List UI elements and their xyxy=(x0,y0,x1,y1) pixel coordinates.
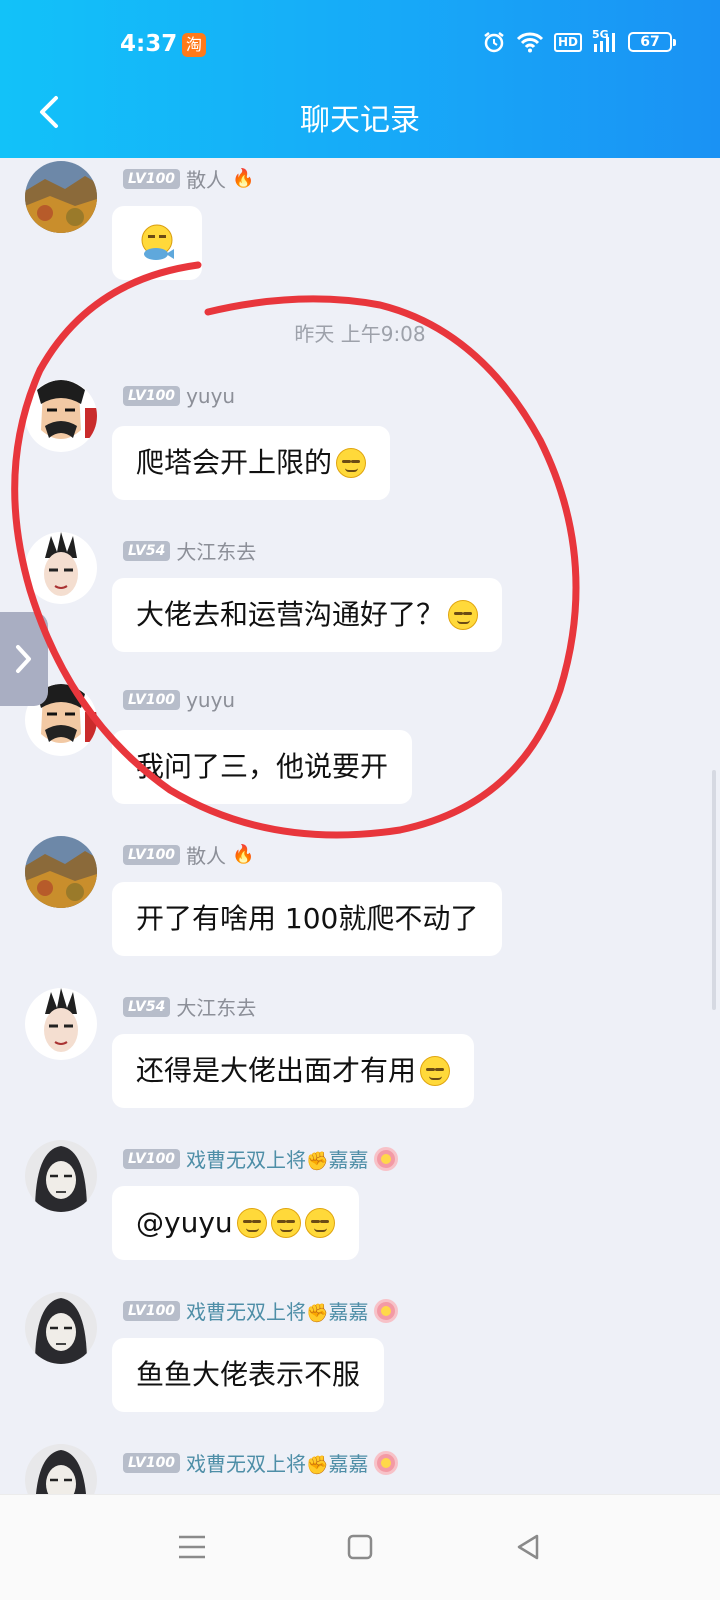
message-text: 爬塔会开上限的 xyxy=(136,446,333,479)
message-meta: LV100 戏曹无双上将✊嘉嘉 xyxy=(123,1448,399,1477)
level-badge: LV100 xyxy=(123,386,181,406)
fish-face-emoji-icon xyxy=(141,224,174,260)
flame-icon: 🔥 xyxy=(232,844,255,865)
menu-icon[interactable] xyxy=(170,1525,214,1569)
message-meta: LV100 戏曹无双上将✊嘉嘉 xyxy=(123,1144,399,1173)
message-bubble[interactable]: 鱼鱼大佬表示不服 xyxy=(112,1338,385,1412)
flower-icon xyxy=(374,1298,399,1323)
smirk-emoji-icon xyxy=(420,1056,451,1086)
back-triangle-icon[interactable] xyxy=(506,1525,550,1569)
taobao-notification-icon: 淘 xyxy=(182,33,206,57)
status-time: 4:37 xyxy=(120,31,178,57)
status-icons: HD 5G 67 xyxy=(482,29,676,54)
level-badge: LV54 xyxy=(123,540,171,561)
app-header: 4:37 淘 HD 5G 67 聊天记录 xyxy=(0,0,720,158)
timestamp: 昨天 上午9:08 xyxy=(294,322,426,346)
level-badge: LV100 xyxy=(123,168,181,189)
message-bubble[interactable]: 爬塔会开上限的 xyxy=(112,426,391,500)
sender-name[interactable]: 散人 xyxy=(186,164,226,193)
message-text: 鱼鱼大佬表示不服 xyxy=(136,1358,361,1391)
system-nav-bar xyxy=(0,1494,720,1600)
message-bubble[interactable] xyxy=(112,206,202,280)
chevron-right-icon xyxy=(16,645,31,673)
avatar[interactable] xyxy=(25,836,97,908)
sender-name[interactable]: 戏曹无双上将✊嘉嘉 xyxy=(186,1448,368,1477)
battery-indicator: 67 xyxy=(628,32,676,52)
sender-name[interactable]: 戏曹无双上将✊嘉嘉 xyxy=(186,1144,368,1173)
avatar[interactable] xyxy=(25,988,97,1060)
smirk-emoji-icon xyxy=(336,448,367,478)
level-badge: LV100 xyxy=(123,1300,181,1321)
avatar[interactable] xyxy=(25,1140,97,1212)
avatar[interactable] xyxy=(25,380,97,452)
avatar[interactable] xyxy=(25,532,97,604)
level-badge: LV54 xyxy=(123,996,171,1017)
sender-name[interactable]: 戏曹无双上将✊嘉嘉 xyxy=(186,1296,368,1325)
smirk-emoji-icon xyxy=(270,1208,301,1238)
message-text: 开了有啥用 100就爬不动了 xyxy=(136,902,479,935)
flame-icon: 🔥 xyxy=(232,168,255,189)
chat-history[interactable]: LV100 散人 🔥 昨天 上午9:08 LV100 yuyu 爬塔会开上限的 … xyxy=(0,158,720,1494)
smirk-emoji-icon xyxy=(448,600,479,630)
message-meta: LV100 yuyu xyxy=(123,384,235,408)
level-badge: LV100 xyxy=(123,844,181,865)
message-text: 我问了三，他说要开 xyxy=(136,750,389,783)
message-meta: LV100 戏曹无双上将✊嘉嘉 xyxy=(123,1296,399,1325)
message-meta: LV54 大江东去 xyxy=(123,992,256,1021)
page-title: 聊天记录 xyxy=(300,103,420,138)
fist-icon: ✊ xyxy=(306,1455,329,1476)
status-bar: 4:37 淘 HD 5G 67 xyxy=(0,0,720,90)
message-meta: LV100 散人 🔥 xyxy=(123,840,254,869)
side-drawer-toggle[interactable] xyxy=(0,612,48,706)
message-bubble[interactable]: 还得是大佬出面才有用 xyxy=(112,1034,475,1108)
message-meta: LV100 yuyu xyxy=(123,688,235,712)
flower-icon xyxy=(374,1450,399,1475)
message-text: 还得是大佬出面才有用 xyxy=(136,1054,417,1087)
message-text: 大佬去和运营沟通好了？ xyxy=(136,598,445,631)
level-badge: LV100 xyxy=(123,1148,181,1169)
signal-icon: 5G xyxy=(592,29,618,54)
message-bubble[interactable]: @yuyu xyxy=(112,1186,359,1260)
fist-icon: ✊ xyxy=(306,1151,329,1172)
smirk-emoji-icon xyxy=(304,1208,335,1238)
message-meta: LV54 大江东去 xyxy=(123,536,256,565)
message-bubble[interactable]: 我问了三，他说要开 xyxy=(112,730,413,804)
level-badge: LV100 xyxy=(123,1452,181,1473)
message-meta: LV100 散人 🔥 xyxy=(123,164,254,193)
smirk-emoji-icon xyxy=(236,1208,267,1238)
level-badge: LV100 xyxy=(123,690,181,710)
sender-name[interactable]: 大江东去 xyxy=(176,536,256,565)
scrollbar[interactable] xyxy=(712,770,716,1010)
fist-icon: ✊ xyxy=(306,1303,329,1324)
hd-icon: HD xyxy=(553,32,582,52)
message-bubble[interactable]: 大佬去和运营沟通好了？ xyxy=(112,578,503,652)
sender-name[interactable]: 散人 xyxy=(186,840,226,869)
home-icon[interactable] xyxy=(338,1525,382,1569)
avatar[interactable] xyxy=(25,1444,97,1494)
message-text: @yuyu xyxy=(136,1206,233,1239)
avatar[interactable] xyxy=(25,161,97,233)
avatar[interactable] xyxy=(25,1292,97,1364)
flower-icon xyxy=(374,1146,399,1171)
message-bubble[interactable]: 开了有啥用 100就爬不动了 xyxy=(112,882,503,956)
wifi-icon xyxy=(516,32,544,53)
sender-name[interactable]: 大江东去 xyxy=(176,992,256,1021)
alarm-icon xyxy=(484,32,504,53)
sender-name[interactable]: yuyu xyxy=(186,384,235,408)
sender-name[interactable]: yuyu xyxy=(186,688,235,712)
